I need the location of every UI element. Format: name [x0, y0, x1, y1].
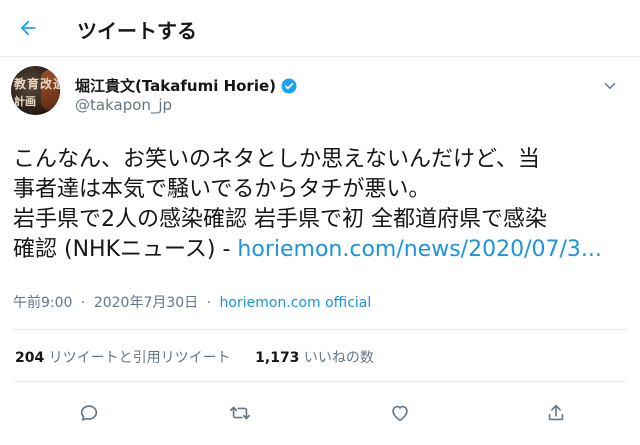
retweet-icon	[230, 406, 250, 420]
tweet-line-4-prefix: 確認 (NHKニュース) -	[13, 237, 238, 262]
avatar-text-line2: 計画	[14, 95, 36, 108]
reply-button[interactable]	[71, 395, 107, 431]
tweet-line-1: こんなん、お笑いのネタとしか思えないんだけど、当	[13, 147, 540, 172]
retweets-stat[interactable]: 204 リツイートと引用リツイート	[15, 350, 235, 366]
arrow-left-icon	[20, 20, 36, 36]
tweet-source[interactable]: horiemon.com official	[220, 295, 372, 311]
divider	[13, 329, 627, 330]
tweet-stats: 204 リツイートと引用リツイート 1,173 いいねの数	[15, 347, 394, 367]
meta-separator: ·	[206, 295, 212, 311]
heart-icon	[392, 405, 408, 422]
avatar[interactable]: 教育改造 計画	[11, 66, 60, 115]
chevron-down-icon	[604, 83, 616, 89]
tweet-actions	[0, 395, 640, 431]
avatar-text-line1: 教育改造	[14, 77, 60, 91]
tweet-time[interactable]: 午前9:00	[13, 295, 72, 311]
like-button[interactable]	[382, 395, 418, 431]
retweets-count: 204	[15, 350, 45, 366]
meta-separator: ·	[80, 295, 86, 311]
tweet-line-4: 確認 (NHKニュース) - horiemon.com/news/2020/07…	[13, 235, 633, 265]
likes-label: いいねの数	[303, 350, 374, 366]
top-bar: ツイートする	[0, 0, 640, 57]
share-button[interactable]	[538, 395, 574, 431]
verified-badge-icon	[280, 77, 298, 95]
likes-count: 1,173	[255, 350, 300, 366]
retweet-button[interactable]	[222, 395, 258, 431]
retweets-label: リツイートと引用リツイート	[48, 350, 231, 366]
share-icon	[548, 404, 564, 421]
tweet-line-3: 岩手県で2人の感染確認 岩手県で初 全都道府県で感染	[13, 207, 547, 232]
tweet-date[interactable]: 2020年7月30日	[94, 295, 198, 311]
tweet-link[interactable]: horiemon.com/news/2020/07/3...	[237, 237, 601, 262]
page-title: ツイートする	[77, 19, 197, 43]
more-options-button[interactable]	[598, 74, 622, 98]
divider	[13, 381, 627, 382]
tweet-author: 教育改造 計画 堀江貴文(Takafumi Horie) @takapon_jp	[0, 66, 640, 124]
author-name-row[interactable]: 堀江貴文(Takafumi Horie)	[75, 75, 298, 96]
tweet-meta: 午前9:00 · 2020年7月30日 · horiemon.com offic…	[13, 292, 371, 312]
author-handle[interactable]: @takapon_jp	[75, 96, 172, 114]
reply-icon	[80, 405, 98, 421]
back-button[interactable]	[12, 12, 44, 44]
tweet-line-2: 事者達は本気で騒いでるからタチが悪い。	[13, 177, 431, 202]
tweet-text: こんなん、お笑いのネタとしか思えないんだけど、当 事者達は本気で騒いでるからタチ…	[13, 145, 633, 265]
author-display-name[interactable]: 堀江貴文(Takafumi Horie)	[75, 75, 276, 96]
likes-stat[interactable]: 1,173 いいねの数	[255, 350, 374, 366]
